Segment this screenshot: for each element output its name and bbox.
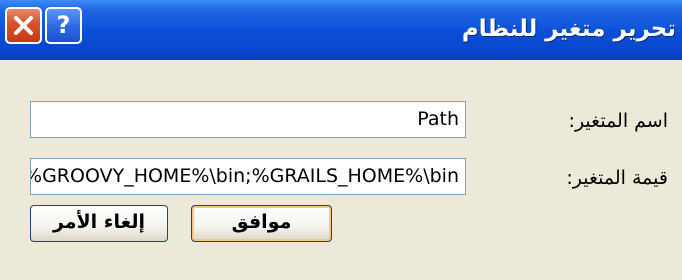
variable-value-label: قيمة المتغير: — [566, 167, 668, 189]
help-button[interactable]: ? — [45, 7, 82, 44]
variable-name-label: اسم المتغير: — [568, 110, 668, 132]
help-icon: ? — [56, 11, 71, 39]
title-bar[interactable]: ? تحرير متغير للنظام — [0, 0, 682, 60]
variable-name-input[interactable]: Path — [30, 101, 466, 138]
variable-value-input[interactable]: %GROOVY_HOME%\bin;%GRAILS_HOME%\bin — [30, 158, 466, 195]
close-icon — [14, 16, 33, 35]
window-title: تحرير متغير للنظام — [461, 16, 676, 42]
ok-button[interactable]: موافق — [191, 205, 332, 242]
close-button[interactable] — [5, 7, 42, 44]
cancel-button[interactable]: إلغاء الأمر — [30, 205, 168, 242]
variable-value-text: %GROOVY_HOME%\bin;%GRAILS_HOME%\bin — [30, 165, 459, 187]
variable-name-value: Path — [417, 108, 459, 130]
